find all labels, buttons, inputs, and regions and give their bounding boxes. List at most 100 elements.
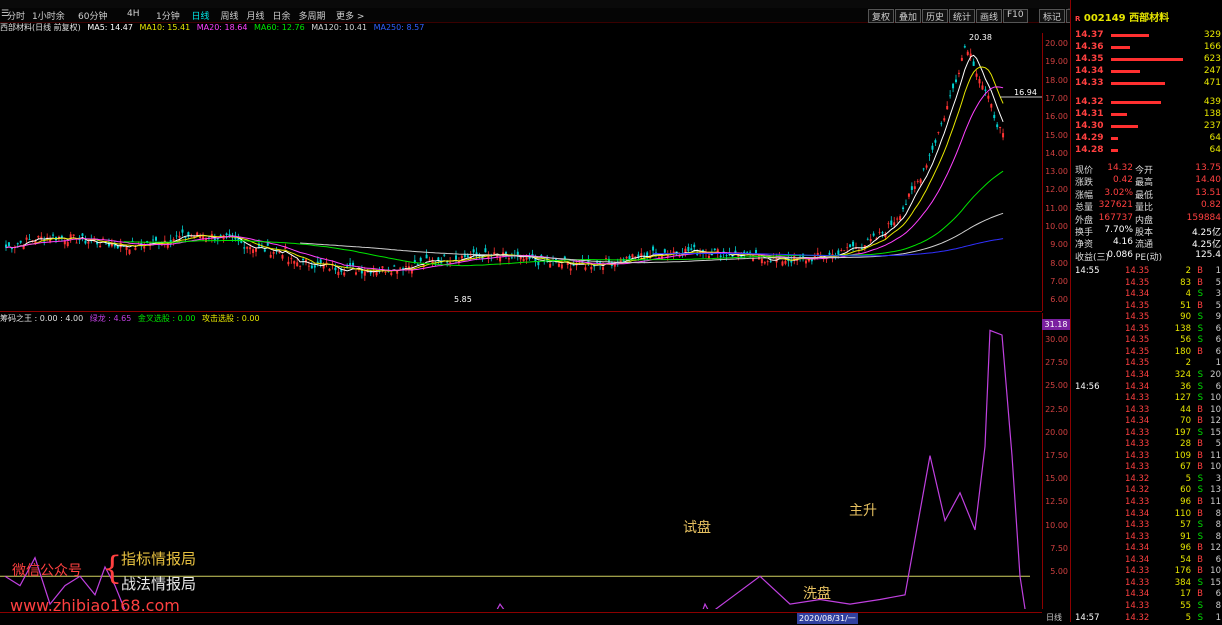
tick-volume: 324 [1174, 369, 1191, 380]
low-annotation: 5.85 [454, 295, 472, 304]
quote-value: 125.4 [1195, 249, 1221, 260]
toolbar-button[interactable]: 统计 [949, 9, 976, 23]
price-axis-tick: 6.00 [1050, 295, 1068, 305]
tick-volume: 90 [1180, 312, 1191, 323]
watermark-line2: 战法情报局 [121, 575, 197, 593]
candle-body [781, 261, 784, 266]
tick-price: 14.33 [1125, 462, 1150, 473]
orderbook-sell-row[interactable]: 14.36 166 [1075, 42, 1221, 54]
candle-body [310, 265, 313, 269]
tick-volume: 384 [1174, 577, 1191, 588]
candle-body [690, 248, 693, 251]
candle-body [184, 237, 187, 238]
orderbook-sell-row[interactable]: 14.34 247 [1075, 66, 1221, 78]
tick-row: 14.35 83 B 5 [1075, 278, 1221, 290]
tick-row: 14.33 44 B 10 [1075, 405, 1221, 417]
orderbook-buy-row[interactable]: 14.30 237 [1075, 121, 1221, 133]
candle-body [225, 233, 228, 235]
tick-count: 8 [1215, 520, 1221, 531]
toolbar-button[interactable]: 标记 [1039, 9, 1066, 23]
orderbook-sell-row[interactable]: 14.37 329 [1075, 30, 1221, 42]
period-tab[interactable]: 月线 [247, 9, 265, 22]
tick-row: 14.33 55 S 8 [1075, 601, 1221, 613]
ob-price: 14.32 [1075, 97, 1104, 107]
tick-price: 14.35 [1125, 346, 1150, 357]
tick-count: 6 [1215, 335, 1221, 346]
orderbook-buy-row[interactable]: 14.28 64 [1075, 145, 1221, 157]
candle-body [81, 233, 84, 236]
quote-label: 总量 [1075, 203, 1094, 214]
candle-body [943, 118, 946, 121]
period-tab[interactable]: 4H [127, 9, 140, 19]
price-axis: 20.00 19.00 18.00 17.00 16.00 15.00 14.00 13.00… [1042, 33, 1071, 311]
candle-body [657, 257, 660, 258]
orderbook-buy-row[interactable]: 14.31 138 [1075, 109, 1221, 121]
candle-body [975, 73, 978, 77]
tick-count: 15 [1210, 577, 1221, 588]
candle-body [60, 235, 63, 238]
candle-body [75, 242, 78, 244]
quote-label: 净资 [1075, 240, 1094, 251]
tick-count: 1 [1215, 266, 1221, 276]
period-tab[interactable]: 多周期 [299, 9, 326, 22]
price-chart-svg[interactable] [0, 33, 1042, 311]
period-tab[interactable]: 1分钟 [156, 9, 180, 22]
label-shipan: 试盘 [683, 520, 711, 536]
indicator-axis-tick: 20.00 [1045, 427, 1068, 437]
candle-body [28, 239, 31, 241]
toolbar-button[interactable]: 复权 [868, 9, 895, 23]
tick-count: 11 [1210, 497, 1221, 507]
period-tab[interactable]: 60分钟 [78, 9, 107, 22]
toolbar-button[interactable]: F10 [1003, 9, 1028, 23]
candle-body [313, 265, 316, 268]
candle-body [263, 249, 266, 252]
ob-volume: 166 [1203, 42, 1221, 52]
tick-price: 14.34 [1125, 369, 1150, 380]
quote-label: 外盘 [1075, 215, 1094, 226]
tick-row: 14.34 17 B 6 [1075, 589, 1221, 601]
orderbook-buy-row[interactable]: 14.29 64 [1075, 133, 1221, 145]
quote-label: 最高 [1135, 178, 1154, 189]
date-axis: 2020/08/31/一 [0, 612, 1042, 624]
tick-count: 10 [1210, 393, 1221, 404]
toolbar-button[interactable]: 画线 [976, 9, 1003, 23]
price-axis-tick: 8.00 [1050, 258, 1068, 268]
tick-row: 14.33 109 B 11 [1075, 451, 1221, 463]
ob-volume: 64 [1209, 145, 1221, 155]
price-chart[interactable]: 20.38 5.85 16.94 [0, 33, 1042, 312]
toolbar-button[interactable]: 叠加 [895, 9, 922, 23]
candle-body [663, 249, 666, 253]
candle-body [196, 232, 199, 236]
candle-body [10, 248, 13, 250]
candle-body [972, 61, 975, 66]
candle-body [499, 256, 502, 262]
candle-body [299, 265, 302, 267]
candle-body [343, 272, 346, 276]
toolbar-button[interactable]: 历史 [922, 9, 949, 23]
quote-value: 14.32 [1107, 163, 1133, 173]
tick-count: 3 [1215, 289, 1221, 300]
candle-body [572, 265, 575, 266]
quote-label: 流通 [1135, 240, 1154, 251]
price-axis-tick: 15.00 [1045, 130, 1068, 140]
candle-body [625, 256, 628, 259]
orderbook-sell-row[interactable]: 14.33 471 [1075, 78, 1221, 90]
period-tab[interactable]: 更多 > [336, 9, 364, 22]
orderbook-sell-row[interactable]: 14.35 623 [1075, 54, 1221, 66]
candle-body [99, 245, 102, 248]
label-xipan: 洗盘 [803, 586, 831, 602]
candle-body [749, 251, 752, 253]
tick-row: 14.34 96 B 12 [1075, 543, 1221, 555]
candle-body [846, 247, 849, 249]
quote-label: 最低 [1135, 190, 1154, 201]
period-tab[interactable]: 周线 [221, 9, 239, 22]
orderbook-buy-row[interactable]: 14.32 439 [1075, 97, 1221, 109]
period-tab[interactable]: 日线 [192, 9, 210, 22]
period-tab[interactable]: 日余 [273, 9, 291, 22]
period-tab[interactable]: 分时 [7, 9, 25, 22]
candle-body [757, 254, 760, 260]
candle-body [937, 132, 940, 134]
quote-row: 现价 14.32 今开 13.75 [1075, 163, 1221, 176]
candle-body [910, 186, 913, 190]
period-tab[interactable]: 1小时余 [32, 9, 65, 22]
